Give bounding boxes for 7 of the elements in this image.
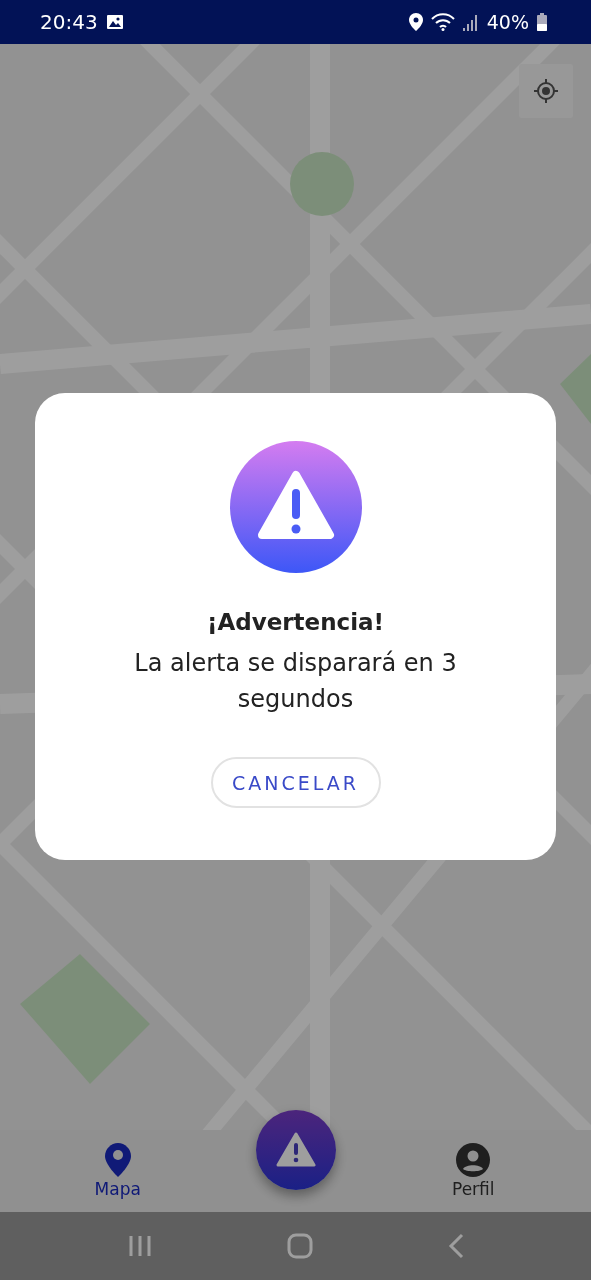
dialog-title: ¡Advertencia!: [206, 609, 385, 635]
map-tab[interactable]: Mapa: [0, 1143, 236, 1199]
profile-tab[interactable]: Perfil: [355, 1143, 591, 1199]
dialog-message: La alerta se disparará en 3 segundos: [133, 648, 458, 715]
cancel-button[interactable]: CANCELAR: [210, 757, 381, 808]
battery-percent: 40%: [486, 11, 529, 33]
status-time: 20:43: [40, 10, 98, 34]
